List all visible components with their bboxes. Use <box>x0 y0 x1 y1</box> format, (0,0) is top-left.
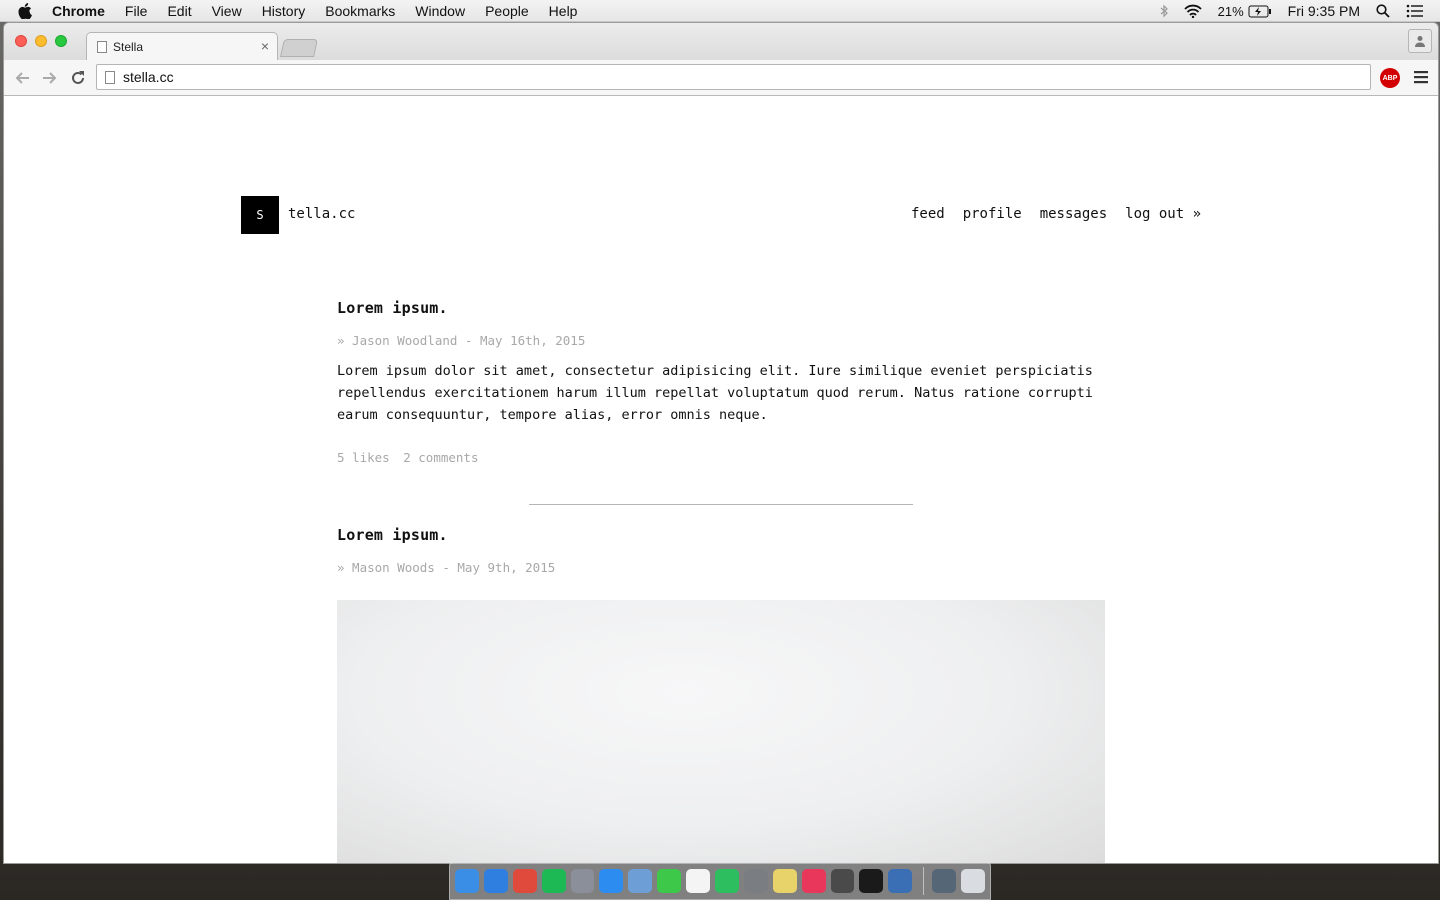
menu-people[interactable]: People <box>485 3 529 19</box>
nav-feed-link[interactable]: feed <box>911 206 945 222</box>
post-title[interactable]: Lorem ipsum. <box>337 526 1107 544</box>
calendar-icon[interactable] <box>686 869 711 893</box>
menu-help[interactable]: Help <box>549 3 578 19</box>
minimize-window-button[interactable] <box>35 35 47 47</box>
dock-separator <box>923 867 925 895</box>
back-icon[interactable] <box>10 66 34 90</box>
maximize-window-button[interactable] <box>55 35 67 47</box>
page-icon <box>105 70 115 84</box>
menu-history[interactable]: History <box>262 3 306 19</box>
preview-icon[interactable] <box>628 869 653 893</box>
browser-tab[interactable]: Stella × <box>86 32 278 60</box>
dock <box>449 862 991 900</box>
messages-icon[interactable] <box>657 869 682 893</box>
browser-window: Stella × stella.cc ABP S tella.cc feed p… <box>4 23 1438 863</box>
page-icon <box>97 40 107 53</box>
likes-link[interactable]: 5 likes <box>337 450 390 465</box>
spotlight-icon[interactable] <box>1376 4 1390 18</box>
battery-charging-icon[interactable] <box>1248 5 1272 18</box>
site-logo[interactable]: S <box>241 196 279 234</box>
menubar-clock[interactable]: Fri 9:35 PM <box>1288 3 1360 19</box>
adblock-plus-icon[interactable]: ABP <box>1380 68 1400 88</box>
address-bar[interactable]: stella.cc <box>96 64 1371 90</box>
trash-icon[interactable] <box>961 869 986 893</box>
menu-file[interactable]: File <box>125 3 148 19</box>
post-body: Lorem ipsum dolor sit amet, consectetur … <box>337 363 1093 423</box>
system-preferences-icon[interactable] <box>743 869 768 893</box>
terminal-icon[interactable] <box>859 869 884 893</box>
post-divider <box>529 504 913 505</box>
status-area: 21% Fri 9:35 PM <box>1160 0 1440 22</box>
post-title[interactable]: Lorem ipsum. <box>337 299 1107 317</box>
apple-icon[interactable] <box>18 2 38 19</box>
quicktime-icon[interactable] <box>888 869 913 893</box>
menu-bookmarks[interactable]: Bookmarks <box>325 3 395 19</box>
profile-button[interactable] <box>1408 29 1432 53</box>
post-meta: » Jason Woodland - May 16th, 2015 <box>337 333 586 348</box>
post-meta: » Mason Woods - May 9th, 2015 <box>337 560 556 575</box>
site-name[interactable]: tella.cc <box>288 206 355 222</box>
post-stats: 5 likes 2 comments <box>337 450 1107 465</box>
menu-bar: Chrome File Edit View History Bookmarks … <box>0 0 1440 22</box>
menu-view[interactable]: View <box>212 3 242 19</box>
chrome-icon[interactable] <box>512 869 537 893</box>
close-window-button[interactable] <box>15 35 27 47</box>
bluetooth-icon[interactable] <box>1160 4 1168 18</box>
nav-logout-link[interactable]: log out » <box>1125 206 1201 222</box>
post-image[interactable] <box>337 600 1105 863</box>
comments-link[interactable]: 2 comments <box>403 450 478 465</box>
post-card: Lorem ipsum. » Mason Woods - May 9th, 20… <box>337 526 1107 575</box>
title-bar: Stella × <box>4 23 1438 60</box>
new-tab-button[interactable] <box>280 39 318 57</box>
reload-icon[interactable] <box>66 66 90 90</box>
spotify-icon[interactable] <box>541 869 566 893</box>
notification-center-icon[interactable] <box>1406 4 1424 18</box>
post-card: Lorem ipsum. » Jason Woodland - May 16th… <box>337 299 1107 465</box>
site-nav: feed profile messages log out » <box>911 206 1201 222</box>
finder-icon[interactable] <box>455 869 479 893</box>
evernote-icon[interactable] <box>715 869 739 893</box>
menu-app-name[interactable]: Chrome <box>52 3 105 19</box>
photos-icon[interactable] <box>772 869 797 893</box>
sublime-text-icon[interactable] <box>830 869 855 893</box>
person-icon <box>1415 36 1425 47</box>
chrome-menu-icon[interactable] <box>1414 70 1428 84</box>
forward-icon[interactable] <box>38 66 62 90</box>
launchpad-icon[interactable] <box>570 869 595 893</box>
itunes-icon[interactable] <box>801 869 826 893</box>
wifi-icon[interactable] <box>1183 4 1202 18</box>
menu-window[interactable]: Window <box>415 3 465 19</box>
web-page: S tella.cc feed profile messages log out… <box>4 96 1438 863</box>
app-store-icon[interactable] <box>599 869 624 893</box>
browser-toolbar: stella.cc ABP <box>4 60 1438 96</box>
url-text[interactable]: stella.cc <box>123 69 174 85</box>
window-controls <box>15 35 67 47</box>
tab-close-icon[interactable]: × <box>261 38 269 54</box>
battery-percent: 21% <box>1217 3 1244 19</box>
nav-messages-link[interactable]: messages <box>1040 206 1107 222</box>
tab-title: Stella <box>113 39 144 54</box>
downloads-stack-icon[interactable] <box>932 869 957 893</box>
safari-icon[interactable] <box>483 869 508 893</box>
menu-edit[interactable]: Edit <box>167 3 191 19</box>
nav-profile-link[interactable]: profile <box>963 206 1022 222</box>
